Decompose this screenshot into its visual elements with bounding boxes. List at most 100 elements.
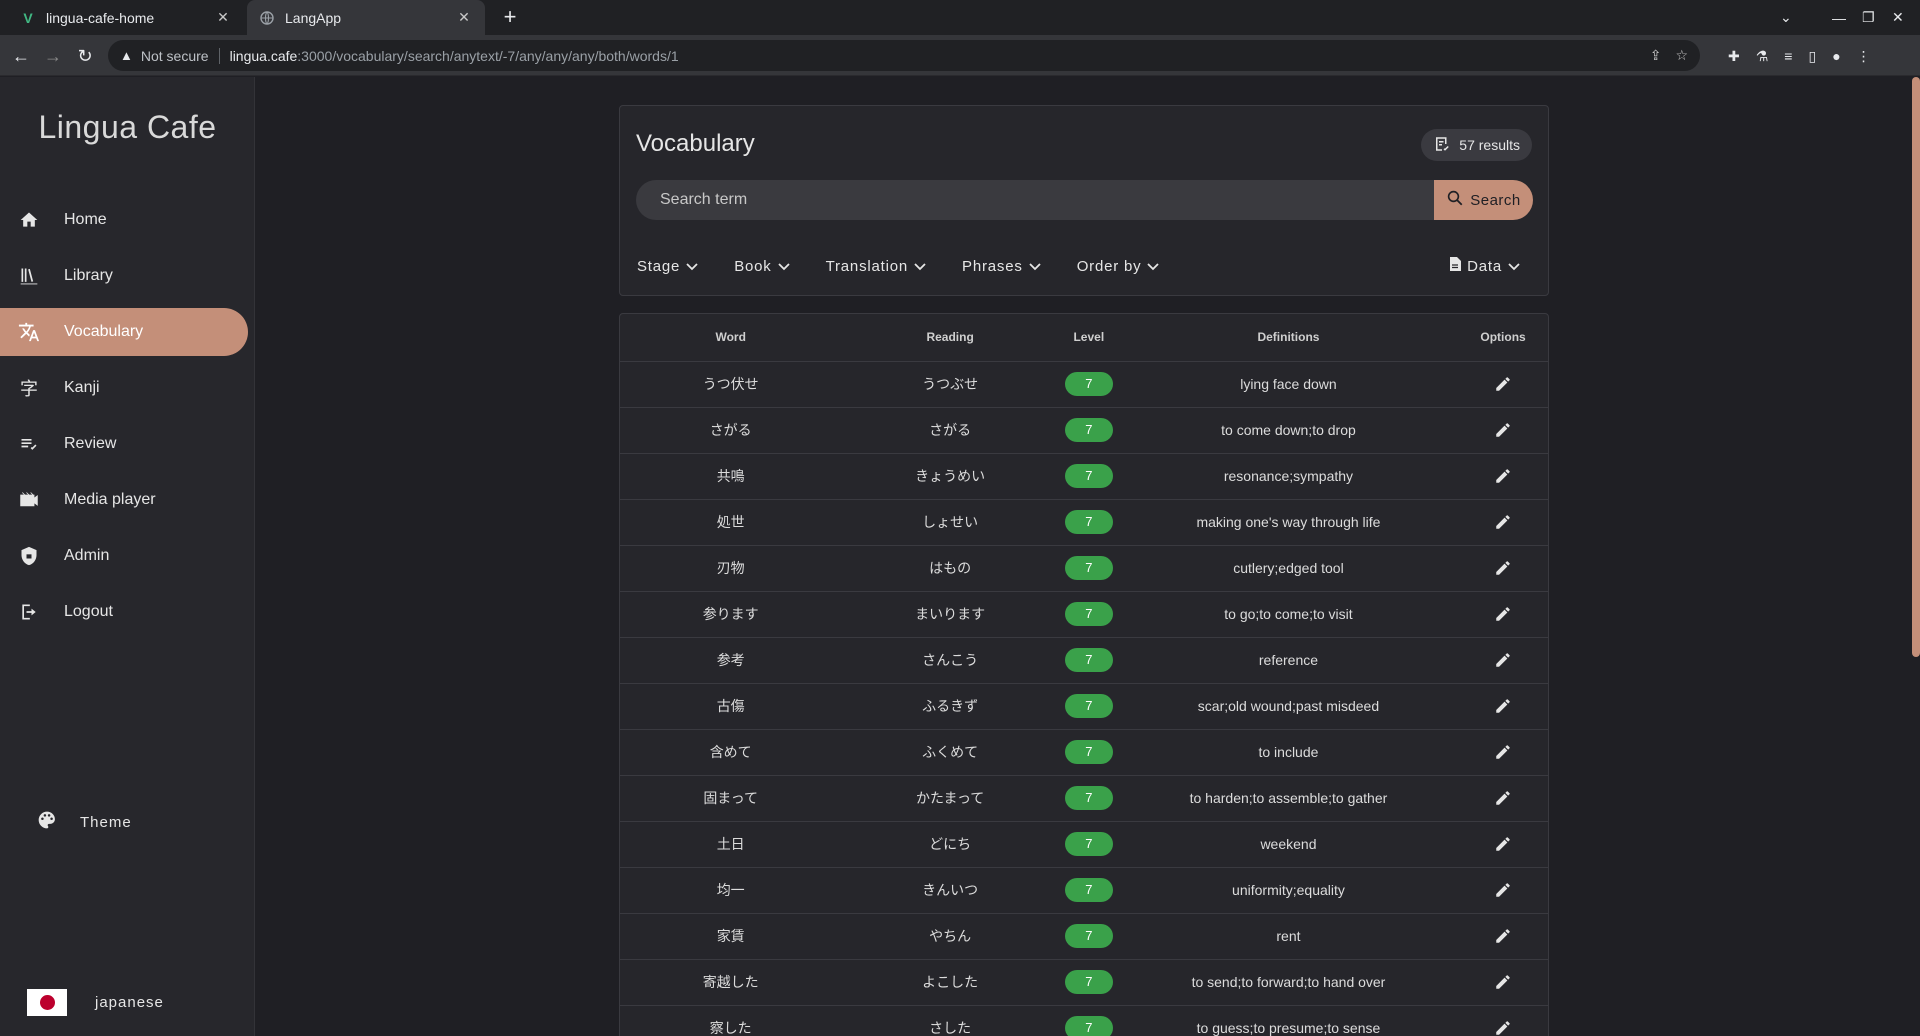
word-cell: 参ります — [620, 591, 842, 638]
side-panel-icon[interactable]: ▯ — [1808, 48, 1816, 65]
sidebar-item-kanji[interactable]: 字 Kanji — [0, 364, 255, 412]
chevron-down-icon — [1029, 258, 1041, 275]
level-badge: 7 — [1064, 970, 1113, 994]
table-row[interactable]: 処世 しょせい 7 making one's way through life — [620, 499, 1548, 546]
options-cell — [1458, 959, 1548, 1006]
edit-icon[interactable] — [1491, 878, 1515, 902]
globe-icon — [259, 10, 275, 26]
page-scrollbar-thumb[interactable] — [1912, 77, 1920, 657]
options-cell — [1458, 637, 1548, 684]
sidebar-item-home[interactable]: Home — [0, 196, 255, 244]
sidebar-item-label: Logout — [64, 603, 113, 620]
table-row[interactable]: うつ伏せ うつぶせ 7 lying face down — [620, 361, 1548, 408]
reading-cell: よこした — [841, 959, 1059, 1006]
options-cell — [1458, 545, 1548, 592]
filter-stage[interactable]: Stage — [636, 258, 699, 275]
search-button[interactable]: Search — [1434, 180, 1533, 220]
reading-cell: うつぶせ — [841, 361, 1059, 408]
close-window-icon[interactable]: ✕ — [1892, 0, 1904, 35]
edit-icon[interactable] — [1491, 786, 1515, 810]
table-row[interactable]: 均一 きんいつ 7 uniformity;equality — [620, 867, 1548, 914]
edit-icon[interactable] — [1491, 1016, 1515, 1036]
browser-tab-lingua-cafe-home[interactable]: V lingua-cafe-home ✕ — [8, 0, 244, 35]
reading-cell: どにち — [841, 821, 1059, 868]
reading-cell: まいります — [841, 591, 1059, 638]
level-cell: 7 — [1058, 361, 1119, 408]
edit-icon[interactable] — [1491, 648, 1515, 672]
word-cell: 家賃 — [620, 913, 842, 960]
bookmark-star-icon[interactable]: ☆ — [1675, 47, 1688, 64]
edit-icon[interactable] — [1491, 970, 1515, 994]
level-badge: 7 — [1064, 648, 1113, 672]
definition-cell: scar;old wound;past misdeed — [1118, 683, 1459, 730]
filter-order-by[interactable]: Order by — [1076, 258, 1161, 275]
close-tab-icon[interactable]: ✕ — [455, 9, 473, 26]
table-row[interactable]: 参ります まいります 7 to go;to come;to visit — [620, 591, 1548, 638]
search-input[interactable] — [636, 180, 1434, 220]
filter-translation[interactable]: Translation — [825, 258, 927, 275]
sidebar-item-library[interactable]: Library — [0, 252, 255, 300]
profile-icon[interactable]: ● — [1832, 48, 1840, 64]
reading-cell: きょうめい — [841, 453, 1059, 500]
reload-icon[interactable]: ↻ — [72, 43, 98, 69]
reading-cell: しょせい — [841, 499, 1059, 546]
edit-icon[interactable] — [1491, 510, 1515, 534]
options-cell — [1458, 683, 1548, 730]
edit-icon[interactable] — [1491, 694, 1515, 718]
edit-icon[interactable] — [1491, 832, 1515, 856]
table-row[interactable]: 参考 さんこう 7 reference — [620, 637, 1548, 684]
filter-phrases[interactable]: Phrases — [961, 258, 1042, 275]
edit-icon[interactable] — [1491, 418, 1515, 442]
new-tab-button[interactable]: + — [497, 4, 523, 30]
column-header-definitions: Definitions — [1118, 314, 1459, 362]
theme-toggle[interactable]: Theme — [0, 806, 255, 838]
media-queue-icon[interactable]: ≡ — [1784, 48, 1792, 64]
maximize-icon[interactable]: ❐ — [1862, 0, 1875, 35]
filter-book[interactable]: Book — [733, 258, 790, 275]
forward-icon[interactable]: → — [40, 43, 66, 69]
table-row[interactable]: 刃物 はもの 7 cutlery;edged tool — [620, 545, 1548, 592]
reading-cell: さがる — [841, 407, 1059, 454]
level-cell: 7 — [1058, 821, 1119, 868]
table-row[interactable]: 固まって かたまって 7 to harden;to assemble;to gathe… — [620, 775, 1548, 822]
table-row[interactable]: 土日 どにち 7 weekend — [620, 821, 1548, 868]
extensions-icon[interactable]: ✚ — [1728, 48, 1740, 65]
sidebar-item-review[interactable]: Review — [0, 420, 255, 468]
menu-kebab-icon[interactable]: ⋮ — [1857, 48, 1871, 65]
edit-icon[interactable] — [1491, 372, 1515, 396]
browser-tab-langapp[interactable]: LangApp ✕ — [247, 0, 485, 35]
table-row[interactable]: 含めて ふくめて 7 to include — [620, 729, 1548, 776]
tab-title: LangApp — [285, 9, 342, 26]
sidebar-item-media-player[interactable]: Media player — [0, 476, 255, 524]
table-row[interactable]: 共鳴 きょうめい 7 resonance;sympathy — [620, 453, 1548, 500]
close-tab-icon[interactable]: ✕ — [214, 9, 232, 26]
back-icon[interactable]: ← — [8, 43, 34, 69]
reading-cell: さした — [841, 1005, 1059, 1036]
translate-icon — [18, 321, 40, 343]
table-row[interactable]: 家賃 やちん 7 rent — [620, 913, 1548, 960]
lab-icon[interactable]: ⚗ — [1756, 48, 1769, 65]
table-row[interactable]: 古傷 ふるきず 7 scar;old wound;past misdeed — [620, 683, 1548, 730]
sidebar-item-vocabulary[interactable]: Vocabulary — [0, 308, 248, 356]
table-row[interactable]: 察した さした 7 to guess;to presume;to sense — [620, 1005, 1548, 1036]
share-icon[interactable]: ⇪ — [1650, 47, 1662, 64]
table-row[interactable]: さがる さがる 7 to come down;to drop — [620, 407, 1548, 454]
address-bar[interactable]: ▲ Not secure lingua.cafe :3000/vocabular… — [108, 40, 1700, 71]
level-cell: 7 — [1058, 637, 1119, 684]
edit-icon[interactable] — [1491, 556, 1515, 580]
level-badge: 7 — [1064, 878, 1113, 902]
edit-icon[interactable] — [1491, 924, 1515, 948]
language-selector[interactable]: japanese — [0, 987, 255, 1017]
edit-icon[interactable] — [1491, 464, 1515, 488]
kanji-icon: 字 — [20, 379, 38, 399]
tab-search-icon[interactable]: ⌄ — [1780, 0, 1792, 35]
edit-icon[interactable] — [1491, 740, 1515, 764]
edit-icon[interactable] — [1491, 602, 1515, 626]
sidebar-item-admin[interactable]: Admin — [0, 532, 255, 580]
data-menu-button[interactable]: Data — [1448, 257, 1521, 275]
minimize-icon[interactable]: — — [1832, 0, 1846, 35]
table-row[interactable]: 寄越した よこした 7 to send;to forward;to hand over — [620, 959, 1548, 1006]
definition-cell: to come down;to drop — [1118, 407, 1459, 454]
word-cell: 共鳴 — [620, 453, 842, 500]
sidebar-item-logout[interactable]: Logout — [0, 588, 255, 636]
